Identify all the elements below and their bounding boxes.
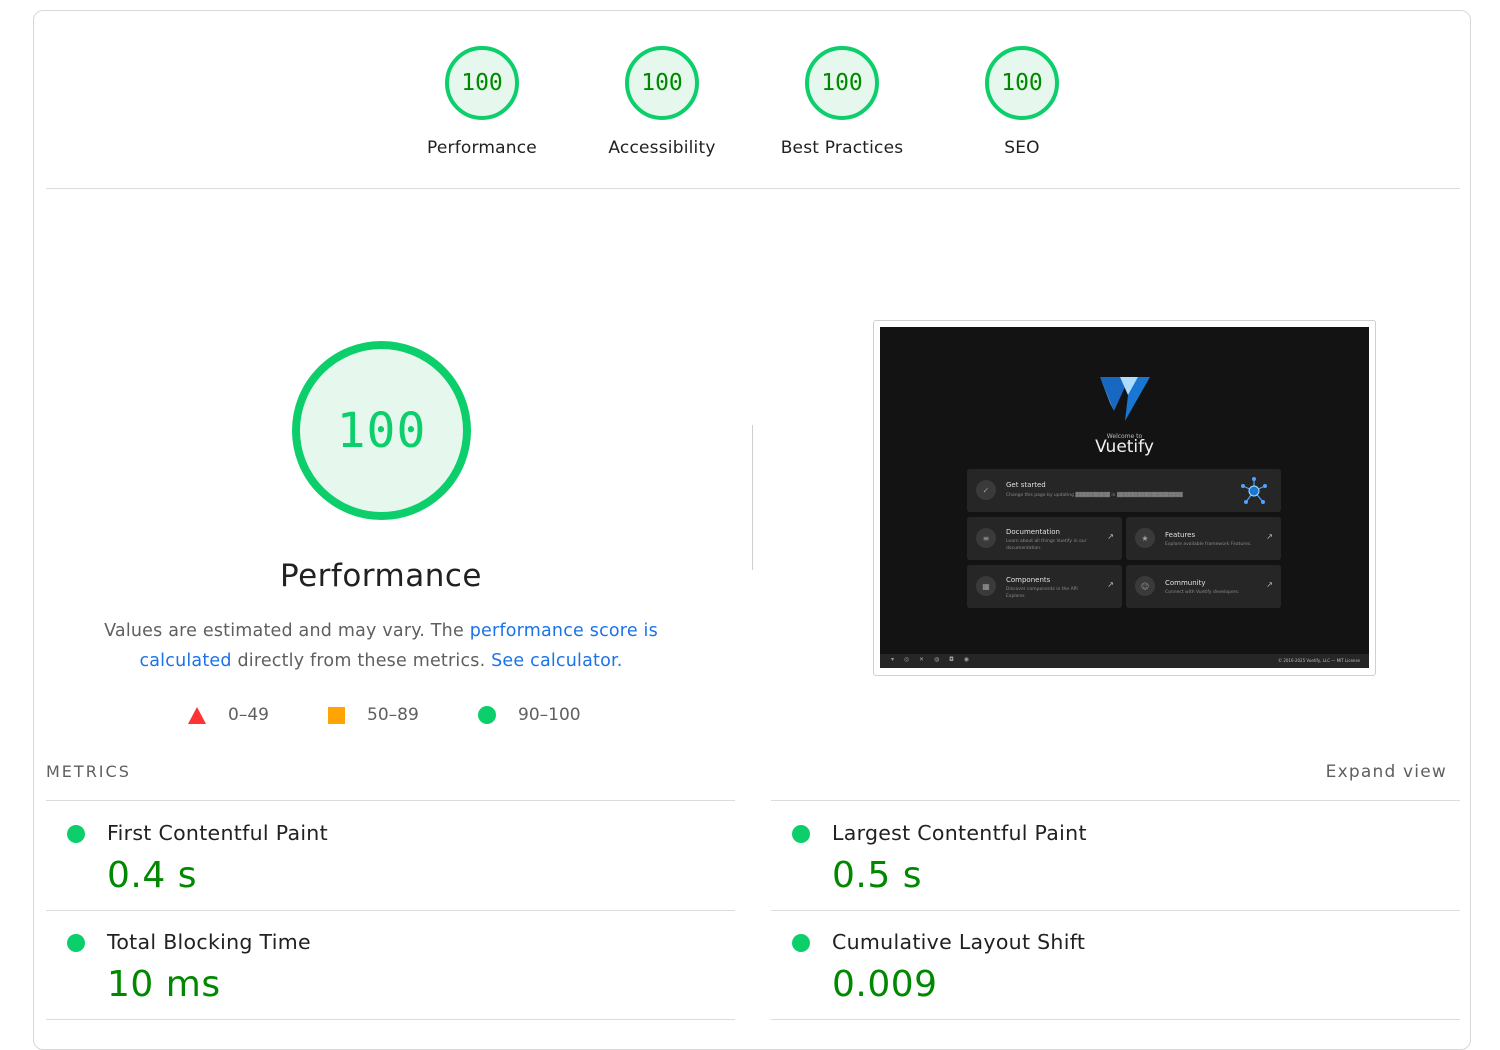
external-link-icon: ↗ xyxy=(1107,532,1114,541)
metric-total-blocking-time: Total Blocking Time 10 ms xyxy=(46,911,726,1019)
components-card: ▦ Components Discover components in the … xyxy=(967,565,1122,608)
metrics-divider xyxy=(46,1019,735,1020)
pass-circle-icon xyxy=(67,934,85,952)
vertical-divider xyxy=(752,425,753,570)
description-text: directly from these metrics. xyxy=(231,651,492,671)
gauge-accessibility[interactable]: 100 Accessibility xyxy=(582,46,742,158)
gauge-label: Performance xyxy=(427,138,537,158)
metric-label: Largest Contentful Paint xyxy=(832,821,1087,845)
community-card: ☺ Community Connect with Vuetify develop… xyxy=(1126,565,1281,608)
card-title: Community xyxy=(1165,579,1206,587)
metrics-divider xyxy=(771,1019,1460,1020)
documentation-card: ≡ Documentation Learn about all things V… xyxy=(967,517,1122,560)
grid-icon: ▦ xyxy=(976,576,996,596)
circle-icon xyxy=(478,706,496,724)
gauge-score: 100 xyxy=(461,70,503,96)
category-gauges: 100 Performance 100 Accessibility 100 Be… xyxy=(0,0,1500,190)
gauge-ring: 100 xyxy=(445,46,519,120)
metrics-divider xyxy=(771,800,1460,801)
legend-range: 0–49 xyxy=(228,705,269,725)
triangle-icon xyxy=(188,706,206,724)
gauge-score: 100 xyxy=(821,70,863,96)
gauge-best-practices[interactable]: 100 Best Practices xyxy=(762,46,922,158)
metric-cumulative-layout-shift: Cumulative Layout Shift 0.009 xyxy=(771,911,1451,1019)
legend-range: 90–100 xyxy=(518,705,581,725)
expand-view-button[interactable]: Expand view xyxy=(1326,762,1447,782)
copyright-text: © 2016-2025 Vuetify, LLC — MIT License xyxy=(1278,658,1360,663)
gauge-performance[interactable]: 100 Performance xyxy=(402,46,562,158)
final-screenshot[interactable]: Welcome to Vuetify ✓ Get started Change … xyxy=(873,320,1376,676)
description-text: Values are estimated and may vary. The xyxy=(104,621,470,641)
legend-pass: 90–100 xyxy=(478,703,581,727)
metric-value: 0.5 s xyxy=(832,855,922,896)
metrics-heading: METRICS xyxy=(46,762,131,781)
network-icon xyxy=(1241,477,1267,504)
social-icons: ▾ ◎ ✕ ◍ ◘ ◉ xyxy=(891,656,974,663)
gauge-ring: 100 xyxy=(805,46,879,120)
brand-title: Vuetify xyxy=(1095,437,1154,457)
card-title: Features xyxy=(1165,531,1196,539)
card-title: Components xyxy=(1006,576,1051,584)
external-link-icon: ↗ xyxy=(1266,580,1273,589)
card-subtitle: Change this page by updating ▓▓▓▓▓▓▓▓▓▓ … xyxy=(1006,493,1183,498)
gauge-score: 100 xyxy=(641,70,683,96)
gauge-seo[interactable]: 100 SEO xyxy=(942,46,1102,158)
card-title: Documentation xyxy=(1006,528,1060,536)
vuetify-logo-icon xyxy=(1100,377,1150,421)
performance-title: Performance xyxy=(280,558,482,594)
check-icon: ✓ xyxy=(976,480,996,500)
pass-circle-icon xyxy=(67,825,85,843)
gauge-ring: 100 xyxy=(625,46,699,120)
document-icon: ≡ xyxy=(976,528,996,548)
gauge-label: Best Practices xyxy=(780,138,904,158)
card-subtitle: Learn about all things Vuetify in our do… xyxy=(1006,539,1087,551)
metric-value: 10 ms xyxy=(107,964,221,1005)
legend-fail: 0–49 xyxy=(188,703,269,727)
screenshot-footer: ▾ ◎ ✕ ◍ ◘ ◉ © 2016-2025 Vuetify, LLC — M… xyxy=(880,654,1369,668)
screenshot-content: Welcome to Vuetify ✓ Get started Change … xyxy=(880,327,1369,668)
legend-average: 50–89 xyxy=(328,703,419,727)
card-subtitle: Connect with Vuetify developers. xyxy=(1165,590,1240,595)
metric-first-contentful-paint: First Contentful Paint 0.4 s xyxy=(46,802,726,910)
external-link-icon: ↗ xyxy=(1107,580,1114,589)
gauge-label: Accessibility xyxy=(608,138,716,158)
gauge-label: SEO xyxy=(1004,138,1040,158)
get-started-card: ✓ Get started Change this page by updati… xyxy=(967,469,1281,512)
header-divider xyxy=(46,188,1460,189)
card-title: Get started xyxy=(1006,481,1046,489)
card-subtitle: Discover components in the API Explorer. xyxy=(1006,587,1078,599)
gauge-ring: 100 xyxy=(985,46,1059,120)
square-icon xyxy=(328,706,345,724)
star-icon: ★ xyxy=(1135,528,1155,548)
pass-circle-icon xyxy=(792,934,810,952)
pass-circle-icon xyxy=(792,825,810,843)
card-subtitle: Explore available framework Features. xyxy=(1165,542,1252,547)
gauge-score: 100 xyxy=(1001,70,1043,96)
metric-label: First Contentful Paint xyxy=(107,821,328,845)
metric-value: 0.009 xyxy=(832,964,938,1005)
legend-range: 50–89 xyxy=(367,705,419,725)
performance-score: 100 xyxy=(336,402,427,459)
metric-label: Cumulative Layout Shift xyxy=(832,930,1086,954)
metric-label: Total Blocking Time xyxy=(107,930,311,954)
performance-score-gauge: 100 xyxy=(292,341,471,520)
metric-largest-contentful-paint: Largest Contentful Paint 0.5 s xyxy=(771,802,1451,910)
metric-value: 0.4 s xyxy=(107,855,197,896)
metrics-divider xyxy=(46,800,735,801)
features-card: ★ Features Explore available framework F… xyxy=(1126,517,1281,560)
people-icon: ☺ xyxy=(1135,576,1155,596)
performance-description: Values are estimated and may vary. The p… xyxy=(96,616,666,676)
see-calculator-link[interactable]: See calculator. xyxy=(491,651,622,671)
external-link-icon: ↗ xyxy=(1266,532,1273,541)
